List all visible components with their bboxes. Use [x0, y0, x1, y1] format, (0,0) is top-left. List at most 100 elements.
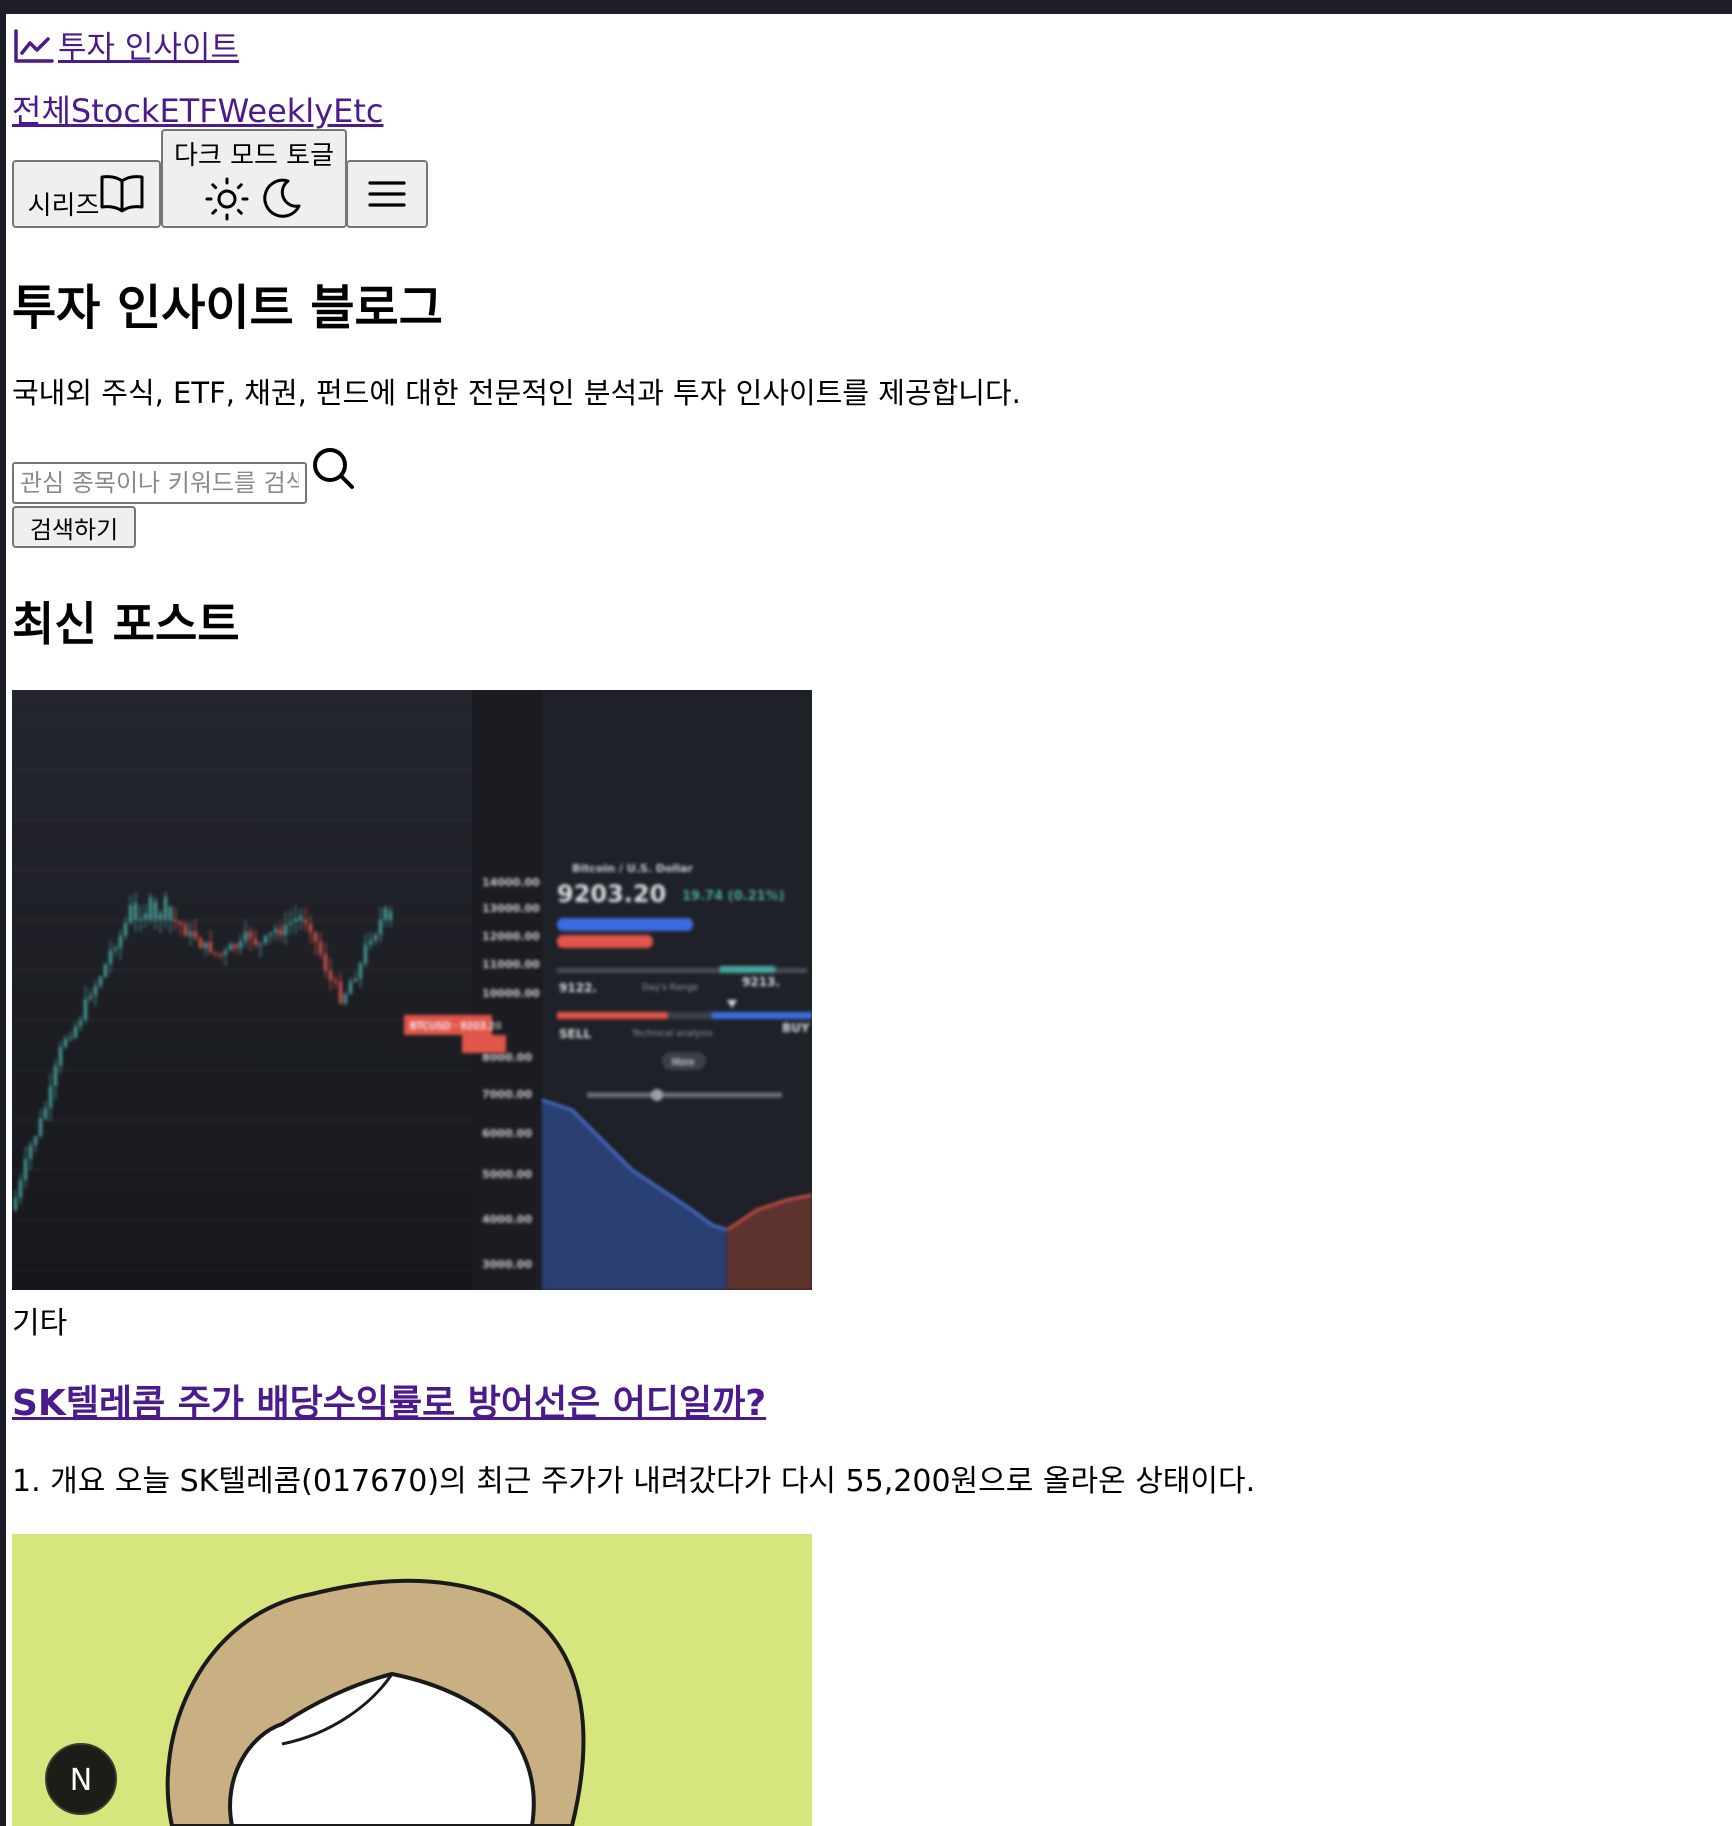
chart-range-label: Day's Range [642, 983, 699, 993]
theme-toggle-button[interactable]: 다크 모드 토글 [161, 129, 347, 228]
chart-candle-body [124, 922, 127, 937]
chart-candle-body [279, 928, 282, 936]
chart-candle-body [84, 999, 87, 1021]
chart-candle-body [169, 906, 172, 920]
chart-candle-body [249, 931, 252, 939]
window-top-bar [0, 0, 1732, 14]
chart-candle-body [44, 1107, 47, 1119]
chart-candle-body [19, 1180, 22, 1198]
chart-candle-body [99, 977, 102, 986]
chart-candle-body [329, 970, 332, 981]
chart-candle-body [324, 953, 327, 971]
nav-item-etf[interactable]: ETF [159, 92, 217, 130]
search-input[interactable] [12, 462, 307, 504]
nav-item-etc[interactable]: Etc [333, 92, 383, 130]
chart-candle-body [29, 1144, 32, 1159]
chart-price-tick: 14000.00 [482, 876, 540, 889]
chart-candle-body [189, 931, 192, 937]
chart-candle-body [284, 924, 287, 936]
chart-pair-label: Bitcoin / U.S. Dollar [572, 862, 693, 875]
chart-candle-body [234, 944, 237, 949]
chart-range-low: 9122. [559, 981, 597, 995]
chart-candle-body [134, 902, 137, 920]
chart-candle-body [304, 920, 307, 924]
chart-candle-body [184, 924, 187, 937]
chart-price-tick: 12000.00 [482, 930, 540, 943]
brand-title[interactable]: 투자 인사이트 [58, 22, 239, 67]
post-thumbnail-trading-chart[interactable]: 14000.00 13000.00 12000.00 11000.00 10000.00… [12, 690, 812, 1290]
nav-item-stock[interactable]: Stock [71, 92, 160, 130]
chart-candle-body [64, 1038, 67, 1047]
chart-candle-body [144, 913, 147, 920]
chart-candle-body [174, 920, 177, 923]
chart-candle-body [34, 1136, 37, 1145]
chart-candle-body [384, 907, 387, 920]
book-open-icon [100, 175, 144, 213]
chart-candle-body [49, 1085, 52, 1108]
chart-candle-body [129, 905, 132, 923]
chart-candle-body [69, 1037, 72, 1040]
chart-price-tick: 10000.00 [482, 987, 540, 1000]
chart-candle-body [94, 985, 97, 996]
chart-price-badge: BTCUSD · 9203.20 [410, 1021, 502, 1032]
chart-line-icon [14, 29, 54, 63]
chart-candle-body [159, 913, 162, 920]
chart-candle-body [269, 932, 272, 936]
post-excerpt: 1. 개요 오늘 SK텔레콤(017670)의 최근 주가가 내려갔다가 다시 … [12, 1464, 1256, 1499]
search-button[interactable]: 검색하기 [12, 506, 136, 548]
chart-buy-label: BUY [782, 1021, 810, 1035]
chart-candle-body [139, 918, 142, 921]
chart-candle-body [359, 963, 362, 979]
chart-candle-body [14, 1197, 17, 1210]
nextjs-badge-letter: N [70, 1763, 92, 1798]
chart-candle-body [154, 901, 157, 920]
chart-candle-body [344, 994, 347, 1004]
chart-candle-body [364, 944, 367, 964]
chart-candle-body [374, 934, 377, 941]
post-title-link[interactable]: SK텔레콤 주가 배당수익률로 방어선은 어디일까? [12, 1383, 766, 1424]
chart-price: 9203.20 [557, 880, 666, 908]
nav-item-weekly[interactable]: Weekly [218, 92, 334, 130]
page-description: 국내외 주식, ETF, 채권, 펀드에 대한 전문적인 분석과 투자 인사이트… [12, 376, 1021, 410]
chart-candle-body [319, 941, 322, 954]
chart-candle-body [179, 922, 182, 925]
series-button-label: 시리즈 [27, 190, 100, 221]
chart-price-tick: 13000.00 [482, 902, 540, 915]
chart-candle-body [349, 981, 352, 995]
chart-candle-body [199, 937, 202, 949]
main-nav: 전체StockETFWeeklyEtc [12, 86, 383, 132]
chart-candle-body [274, 928, 277, 933]
nextjs-dev-badge[interactable]: N [44, 1742, 118, 1816]
chart-candle-body [164, 897, 167, 920]
section-title: 최신 포스트 [12, 597, 240, 651]
chart-candle-body [339, 981, 342, 1004]
chart-candle-body [289, 922, 292, 925]
chart-candle-body [219, 953, 222, 956]
chart-candle-body [214, 952, 217, 955]
chart-range-high: 9213. [742, 975, 780, 989]
theme-toggle-label: 다크 모드 토글 [173, 141, 335, 171]
chart-candle-body [224, 950, 227, 955]
series-button[interactable]: 시리즈 [12, 160, 161, 228]
chart-change: 19.74 (0.21%) [682, 889, 785, 904]
chart-price-tick: 11000.00 [482, 958, 540, 971]
chart-candle-body [79, 1020, 82, 1027]
chart-candle-body [119, 936, 122, 949]
chart-candle-body [59, 1046, 62, 1066]
chart-candle-body [264, 935, 267, 944]
post-title[interactable]: SK텔레콤 주가 배당수익률로 방어선은 어디일까? [12, 1374, 766, 1426]
sun-icon [205, 177, 249, 221]
chart-candle-body [109, 950, 112, 965]
hamburger-menu-icon [368, 181, 406, 207]
search-icon[interactable] [309, 444, 357, 492]
chart-candle-body [194, 931, 197, 938]
post-category: 기타 [12, 1306, 68, 1341]
chart-sell-label: SELL [559, 1027, 591, 1041]
nav-item-all[interactable]: 전체 [12, 92, 71, 130]
chart-candle-body [39, 1118, 42, 1137]
menu-button[interactable] [346, 160, 428, 228]
post-thumbnail-illustration[interactable] [12, 1534, 812, 1826]
chart-candle-body [104, 964, 107, 978]
brand-link[interactable]: 투자 인사이트 [12, 22, 239, 67]
chart-candle-body [244, 931, 247, 942]
